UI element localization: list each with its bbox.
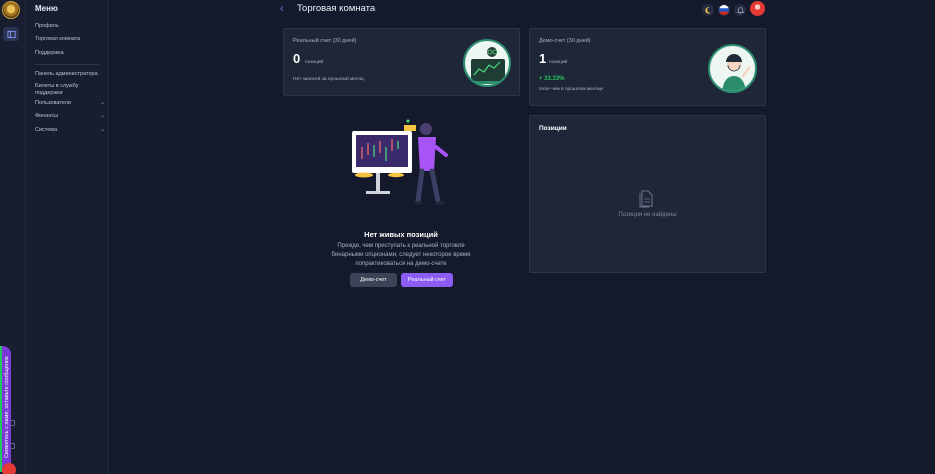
real-account-unit: позиций xyxy=(305,60,324,65)
sidebar-item-label: Пользователи xyxy=(35,100,71,106)
feedback-badge[interactable] xyxy=(2,463,16,474)
sidebar-item-label: Профиль xyxy=(35,23,59,29)
real-account-button[interactable]: Реальный счет xyxy=(401,273,453,287)
positions-card: Позиции Позиции не найдены xyxy=(529,115,766,273)
demo-account-label: Демо-счет (30 дней) xyxy=(539,38,591,44)
demo-account-button[interactable]: Демо-счет xyxy=(350,273,397,287)
support-agent-illustration xyxy=(708,44,757,93)
sidebar-item-label: Финансы xyxy=(35,113,59,119)
sidebar-item-admin-panel[interactable]: Панель администратора xyxy=(35,71,105,78)
trader-illustration xyxy=(463,39,511,87)
page-title: Торговая комната xyxy=(297,3,376,14)
demo-account-count: 1 xyxy=(539,51,547,66)
back-arrow-icon[interactable]: ‹ xyxy=(280,4,290,15)
sidebar-item-label: Торговая комната xyxy=(35,36,81,42)
demo-account-change: + 33.33% xyxy=(539,76,565,82)
real-account-count: 0 xyxy=(293,51,301,66)
sidebar-item-system[interactable]: Система ⌄ xyxy=(35,127,105,134)
sidebar-item-trading-room[interactable]: Торговая комната xyxy=(35,36,105,43)
sidebar-item-finance[interactable]: Финансы ⌄ xyxy=(35,113,105,120)
trading-illustration xyxy=(348,117,452,212)
sidebar-item-label: Поддержка xyxy=(35,50,64,56)
sidebar-toggle-button[interactable] xyxy=(3,27,19,41)
sidebar-title: Меню xyxy=(35,4,58,13)
empty-state-title: Нет живых позиций xyxy=(364,230,438,239)
russia-flag-icon[interactable] xyxy=(718,4,730,16)
feedback-tab[interactable]: Свяжитесь с нами, оставьте сообщение xyxy=(0,346,11,472)
moon-icon[interactable] xyxy=(702,4,714,16)
sidebar-divider xyxy=(35,64,99,65)
empty-state-description: Прежде, чем приступать к реальной торгов… xyxy=(331,243,471,267)
bell-icon[interactable] xyxy=(734,4,746,16)
sidebar-item-label: Панель администратора xyxy=(35,71,98,77)
sidebar-item-label: Билеты в службу поддержки xyxy=(35,83,79,96)
demo-account-note: more чем в прошлом месяце xyxy=(539,87,604,92)
feedback-label: Свяжитесь с нами, оставьте сообщение xyxy=(4,356,10,459)
sidebar-item-support[interactable]: Поддержка xyxy=(35,50,105,57)
sidebar-item-support-tickets[interactable]: Билеты в службу поддержки xyxy=(35,83,87,97)
positions-title: Позиции xyxy=(539,125,567,132)
sidebar-item-profile[interactable]: Профиль xyxy=(35,23,105,30)
demo-account-card: Демо-счет (30 дней) 1 позиций + 33.33% m… xyxy=(529,28,766,106)
chevron-down-icon: ⌄ xyxy=(99,113,105,119)
demo-account-unit: позиций xyxy=(549,60,568,65)
chevron-down-icon: ⌄ xyxy=(99,127,105,133)
real-account-card: Реальный счет (30 дней) 0 позиций Нет за… xyxy=(283,28,520,96)
positions-empty-text: Позиции не найдены xyxy=(618,212,677,218)
sidebar: Меню Профиль Торговая комната Поддержка … xyxy=(26,0,109,474)
sidebar-item-label: Система xyxy=(35,127,58,133)
document-icon xyxy=(638,190,654,208)
real-account-note: Нет записей за прошлый месяц. xyxy=(293,77,366,82)
chevron-down-icon: ⌄ xyxy=(99,100,105,106)
logo[interactable] xyxy=(2,1,20,19)
user-avatar[interactable] xyxy=(750,1,765,16)
real-account-label: Реальный счет (30 дней) xyxy=(293,38,357,44)
sidebar-toggle-icon xyxy=(6,30,16,38)
sidebar-item-users[interactable]: Пользователи ⌄ xyxy=(35,100,105,107)
